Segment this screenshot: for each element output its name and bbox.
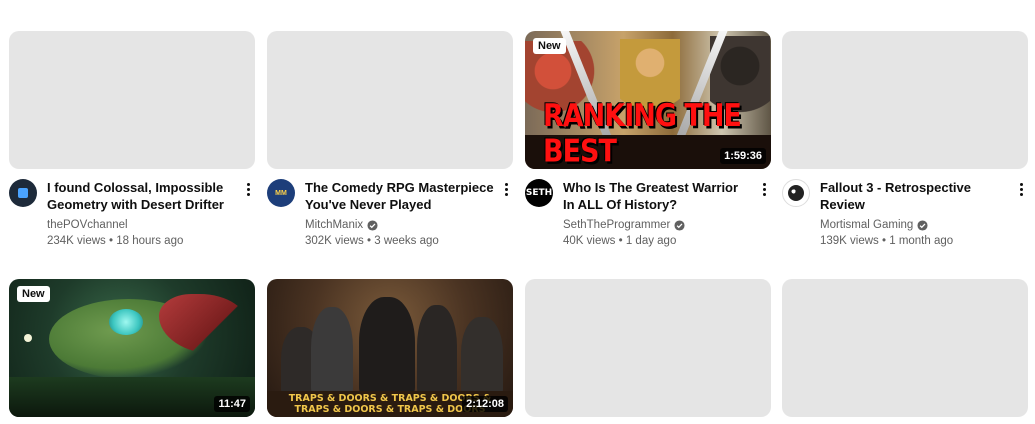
more-actions-icon[interactable]	[1014, 179, 1028, 199]
pov-channel-icon	[18, 188, 28, 198]
video-card[interactable]: New 11:47	[9, 279, 255, 417]
video-card[interactable]: TRAPS & DOORS & TRAPS & DOORS & TRAPS & …	[267, 279, 513, 417]
video-duration: 11:47	[214, 396, 250, 412]
person-graphic	[461, 317, 503, 397]
video-thumbnail-placeholder[interactable]	[9, 31, 255, 169]
video-duration: 1:59:36	[720, 148, 766, 164]
video-card[interactable]: I found Colossal, Impossible Geometry wi…	[9, 31, 255, 259]
verified-check-icon	[917, 219, 928, 231]
video-thumbnail[interactable]: RANKING THE BEST New 1:59:36	[525, 31, 771, 169]
new-badge: New	[17, 286, 50, 302]
new-badge: New	[533, 38, 566, 54]
video-thumbnail-placeholder[interactable]	[525, 279, 771, 417]
mitchmanix-logo-icon: MM	[275, 189, 287, 197]
video-thumbnail-placeholder[interactable]	[267, 31, 513, 169]
channel-avatar[interactable]: MM	[267, 179, 295, 207]
verified-check-icon	[674, 219, 685, 231]
video-card[interactable]: Fallout 3 - Retrospective Review Mortism…	[782, 31, 1028, 259]
video-duration: 2:12:08	[462, 396, 508, 412]
video-thumbnail-placeholder[interactable]	[782, 31, 1028, 169]
moon-graphic	[24, 334, 32, 342]
video-title[interactable]: I found Colossal, Impossible Geometry wi…	[47, 179, 237, 213]
more-actions-icon[interactable]	[757, 179, 771, 199]
person-graphic	[417, 305, 457, 397]
seth-avatar-text: SETH	[525, 188, 553, 198]
video-stats: 302K views • 3 weeks ago	[305, 235, 439, 247]
video-title[interactable]: Fallout 3 - Retrospective Review	[820, 179, 1010, 213]
video-title[interactable]: The Comedy RPG Masterpiece You've Never …	[305, 179, 495, 213]
video-card[interactable]: MM The Comedy RPG Masterpiece You've Nev…	[267, 31, 513, 259]
person-graphic	[359, 297, 415, 397]
more-actions-icon[interactable]	[241, 179, 255, 199]
channel-name[interactable]: thePOVchannel	[47, 217, 128, 233]
channel-avatar[interactable]: SETH	[525, 179, 553, 207]
more-actions-icon[interactable]	[499, 179, 513, 199]
video-thumbnail[interactable]: New 11:47	[9, 279, 255, 417]
video-stats: 234K views • 18 hours ago	[47, 235, 184, 247]
verified-check-icon	[367, 219, 378, 231]
channel-name[interactable]: MitchManix	[305, 217, 363, 233]
skull-icon	[788, 185, 804, 201]
video-thumbnail[interactable]: TRAPS & DOORS & TRAPS & DOORS & TRAPS & …	[267, 279, 513, 417]
video-stats: 139K views • 1 month ago	[820, 235, 954, 247]
channel-name[interactable]: Mortismal Gaming	[820, 217, 913, 233]
channel-avatar[interactable]	[9, 179, 37, 207]
channel-name[interactable]: SethTheProgrammer	[563, 217, 670, 233]
person-graphic	[311, 307, 353, 397]
video-thumbnail-placeholder[interactable]	[782, 279, 1028, 417]
video-stats: 40K views • 1 day ago	[563, 235, 677, 247]
video-card[interactable]: RANKING THE BEST New 1:59:36 SETH Who Is…	[525, 31, 771, 259]
glowing-orb-graphic	[109, 309, 143, 335]
video-title[interactable]: Who Is The Greatest Warrior In ALL Of Hi…	[563, 179, 753, 213]
channel-avatar[interactable]	[782, 179, 810, 207]
video-card[interactable]	[782, 279, 1028, 417]
video-card[interactable]	[525, 279, 771, 417]
